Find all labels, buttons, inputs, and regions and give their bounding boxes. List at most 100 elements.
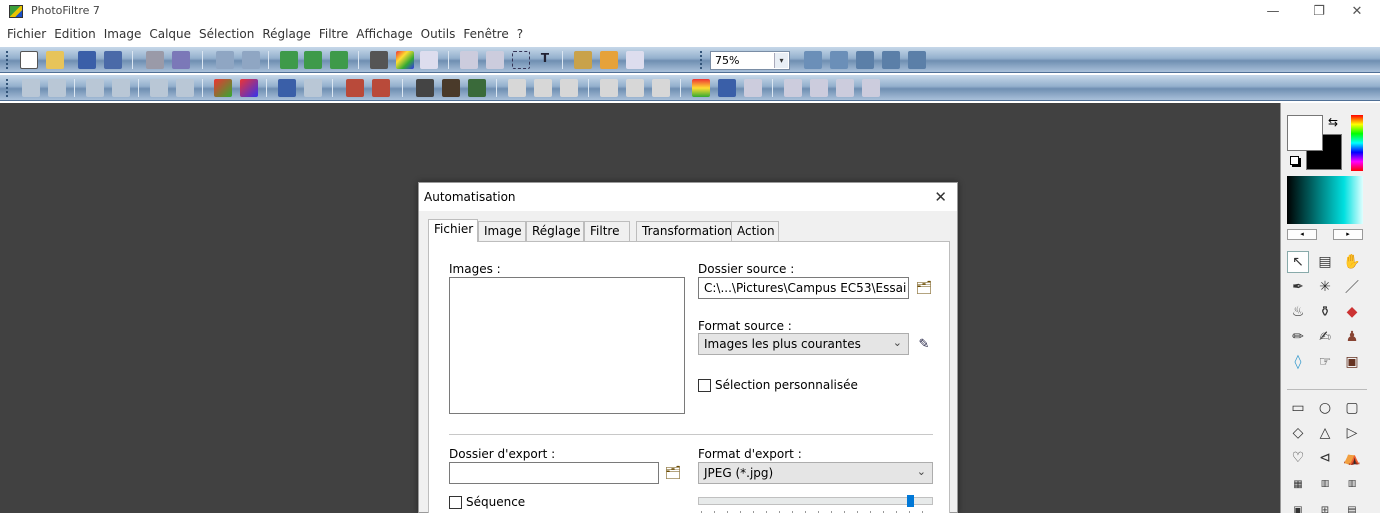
soften-icon[interactable]: [534, 79, 552, 97]
spray-tool-icon[interactable]: ⚱: [1314, 301, 1336, 323]
texture-icon[interactable]: [744, 79, 762, 97]
new-file-icon[interactable]: [20, 51, 38, 69]
export-folder-field[interactable]: [449, 462, 659, 484]
menu-help[interactable]: ?: [517, 27, 523, 41]
zoom-select[interactable]: 75% ▾: [710, 51, 790, 70]
menu-filtre[interactable]: Filtre: [319, 27, 348, 41]
canvas-size-icon[interactable]: [460, 51, 478, 69]
full-screen-icon[interactable]: [908, 51, 926, 69]
color-palette-icon[interactable]: [396, 51, 414, 69]
more-tool-b-icon[interactable]: ⊞: [1314, 499, 1336, 513]
image-size-icon[interactable]: [420, 51, 438, 69]
rounded-rectangle-shape-icon[interactable]: ▢: [1341, 397, 1363, 419]
contrast-decrease-icon[interactable]: [86, 79, 104, 97]
fit-window-icon[interactable]: [856, 51, 874, 69]
source-format-select[interactable]: Images les plus courantes ⌄: [698, 333, 909, 355]
ellipse-shape-icon[interactable]: ○: [1314, 397, 1336, 419]
auto-contrast-icon[interactable]: [372, 79, 390, 97]
emboss-icon[interactable]: [600, 79, 618, 97]
swap-colors-icon[interactable]: ⇆: [1328, 115, 1338, 129]
layer-icon[interactable]: [370, 51, 388, 69]
negative-icon[interactable]: [468, 79, 486, 97]
close-window-button[interactable]: ✕: [1334, 0, 1380, 22]
tab-image[interactable]: Image: [478, 221, 526, 241]
browse-export-folder-icon[interactable]: 🗂: [664, 464, 682, 482]
more-tool-a-icon[interactable]: ▣: [1287, 499, 1309, 513]
selection-tool-icon[interactable]: ▤: [1314, 251, 1336, 273]
foreground-color-swatch-front[interactable]: [1287, 115, 1323, 151]
quality-slider-track[interactable]: [698, 497, 933, 505]
actual-size-icon[interactable]: [882, 51, 900, 69]
toolbar-grip[interactable]: [6, 51, 9, 69]
rectangle-shape-icon[interactable]: ▭: [1287, 397, 1309, 419]
browse-source-folder-icon[interactable]: 🗂: [915, 279, 933, 297]
flip-horizontal-icon[interactable]: [784, 79, 802, 97]
toolbar-grip[interactable]: [700, 51, 703, 69]
menu-calque[interactable]: Calque: [149, 27, 191, 41]
color-palette[interactable]: [1287, 176, 1363, 224]
histogram-icon[interactable]: [278, 79, 296, 97]
sequence-checkbox[interactable]: [449, 496, 462, 509]
source-folder-field[interactable]: C:\...\Pictures\Campus EC53\Essai: [698, 277, 909, 299]
scan-icon[interactable]: [172, 51, 190, 69]
quality-slider-thumb[interactable]: [906, 495, 914, 507]
menu-fichier[interactable]: Fichier: [7, 27, 46, 41]
menu-reglage[interactable]: Réglage: [262, 27, 311, 41]
custom-selection-checkbox[interactable]: [698, 379, 711, 392]
dialog-close-icon[interactable]: ✕: [934, 188, 947, 206]
magic-wand-tool-icon[interactable]: ✳: [1314, 276, 1336, 298]
stamp-tool-icon[interactable]: ♟: [1341, 326, 1363, 348]
gradient-icon[interactable]: [692, 79, 710, 97]
reset-colors-icon[interactable]: [1290, 156, 1299, 165]
text-icon[interactable]: T: [536, 51, 554, 69]
smudge-tool-icon[interactable]: ☞: [1314, 351, 1336, 373]
triangle-shape-icon[interactable]: △: [1314, 422, 1336, 444]
load-shape-icon[interactable]: ⛺: [1341, 447, 1363, 469]
menu-image[interactable]: Image: [104, 27, 142, 41]
rotate-right-icon[interactable]: [862, 79, 880, 97]
hand-tool-icon[interactable]: ✋: [1341, 251, 1363, 273]
fill-tool-icon[interactable]: ♨: [1287, 301, 1309, 323]
polygon-shape-icon[interactable]: ⊲: [1314, 447, 1336, 469]
frame-icon[interactable]: [718, 79, 736, 97]
menu-affichage[interactable]: Affichage: [356, 27, 412, 41]
flip-vertical-icon[interactable]: [810, 79, 828, 97]
rotate-left-icon[interactable]: [836, 79, 854, 97]
images-listbox[interactable]: [449, 277, 685, 414]
minimize-button[interactable]: —: [1250, 0, 1296, 22]
noise-icon[interactable]: [626, 79, 644, 97]
auto-levels-icon[interactable]: [346, 79, 364, 97]
dust-icon[interactable]: [652, 79, 670, 97]
blur-tool-icon[interactable]: ◊: [1287, 351, 1309, 373]
right-triangle-shape-icon[interactable]: ▷: [1341, 422, 1363, 444]
grayscale-icon[interactable]: [416, 79, 434, 97]
more-tool-c-icon[interactable]: ▤: [1341, 499, 1363, 513]
pointer-tool-icon[interactable]: ↖: [1287, 251, 1309, 273]
open-folder-icon[interactable]: [46, 51, 64, 69]
sharpen-icon[interactable]: [560, 79, 578, 97]
sepia-icon[interactable]: [442, 79, 460, 97]
hue-bar[interactable]: [1351, 115, 1363, 171]
paste-image-icon[interactable]: [304, 51, 322, 69]
save-as-icon[interactable]: [104, 51, 122, 69]
plugins-icon[interactable]: [600, 51, 618, 69]
tab-reglage[interactable]: Réglage: [526, 221, 584, 241]
brightness-increase-icon[interactable]: [48, 79, 66, 97]
window-icon[interactable]: [626, 51, 644, 69]
tab-action[interactable]: Action: [731, 221, 779, 241]
tab-transformation[interactable]: Transformation: [636, 221, 732, 241]
diamond-shape-icon[interactable]: ◇: [1287, 422, 1309, 444]
gamma-increase-icon[interactable]: [176, 79, 194, 97]
tab-fichier[interactable]: Fichier: [428, 219, 478, 242]
edit-format-icon[interactable]: ✎: [915, 335, 933, 353]
levels-icon[interactable]: [304, 79, 322, 97]
saturation-increase-icon[interactable]: [240, 79, 258, 97]
eraser-tool-icon[interactable]: ◆: [1341, 301, 1363, 323]
chevron-down-icon[interactable]: ▾: [774, 53, 788, 68]
menu-selection[interactable]: Sélection: [199, 27, 254, 41]
layer-options-icon[interactable]: ▦: [1287, 473, 1309, 495]
copy-image-icon[interactable]: [280, 51, 298, 69]
redo-icon[interactable]: [242, 51, 260, 69]
palette-next-button[interactable]: ▸: [1333, 229, 1363, 240]
ratio-4-3-icon[interactable]: ▥: [1314, 473, 1336, 495]
